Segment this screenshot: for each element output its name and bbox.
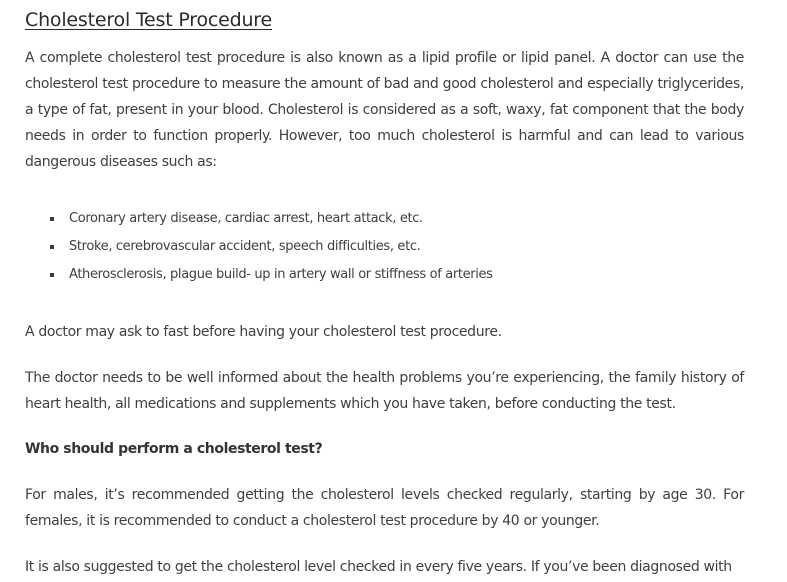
fasting-paragraph: A doctor may ask to fast before having y… — [25, 324, 502, 340]
bullet-icon — [50, 245, 54, 249]
list-item: Stroke, cerebrovascular accident, speech… — [50, 233, 744, 261]
diseases-list: Coronary artery disease, cardiac arrest,… — [25, 205, 744, 289]
article: Cholesterol Test Procedure A complete ch… — [25, 8, 744, 580]
section-subheading: Who should perform a cholesterol test? — [25, 441, 323, 457]
article-title: Cholesterol Test Procedure — [25, 9, 272, 31]
list-item-text: Atherosclerosis, plague build- up in art… — [69, 267, 493, 282]
bullet-icon — [50, 273, 54, 277]
bullet-icon — [50, 217, 54, 221]
intro-paragraph: A complete cholesterol test procedure is… — [25, 50, 744, 170]
list-item: Atherosclerosis, plague build- up in art… — [50, 261, 744, 289]
doctor-info-paragraph: The doctor needs to be well informed abo… — [25, 370, 744, 412]
list-item-text: Stroke, cerebrovascular accident, speech… — [69, 239, 421, 254]
recommendation-paragraph: For males, it’s recommended getting the … — [25, 487, 744, 529]
list-item: Coronary artery disease, cardiac arrest,… — [50, 205, 744, 233]
five-years-paragraph: It is also suggested to get the choleste… — [25, 559, 732, 575]
list-item-text: Coronary artery disease, cardiac arrest,… — [69, 211, 423, 226]
